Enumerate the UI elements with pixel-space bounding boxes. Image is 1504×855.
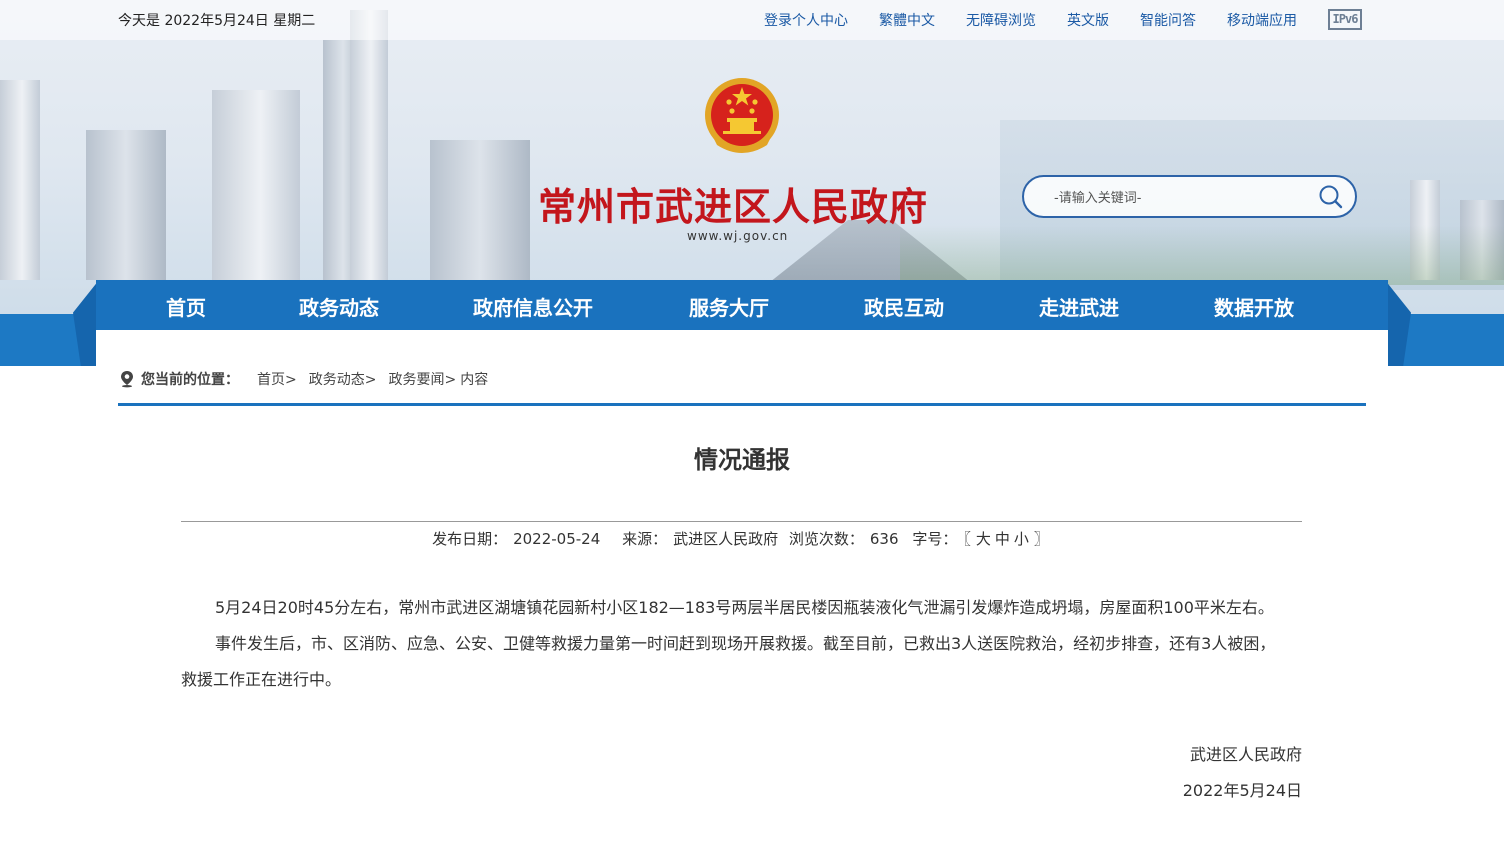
article-paragraph: 事件发生后，市、区消防、应急、公安、卫健等救援力量第一时间赶到现场开展救援。截至… (181, 634, 1276, 689)
font-size-label: 字号： (912, 530, 958, 548)
search-box (1022, 175, 1357, 218)
font-size-medium[interactable]: 中 (995, 530, 1010, 548)
banner-greenery (900, 225, 1504, 285)
search-input[interactable] (1052, 186, 1296, 210)
source-value: 武进区人民政府 (673, 530, 779, 548)
views-count: 636 (869, 530, 899, 548)
breadcrumb-key-news[interactable]: 政务要闻> (388, 369, 456, 389)
national-emblem-icon (705, 78, 779, 153)
breadcrumb-label: 您当前的位置： (141, 372, 239, 388)
breadcrumb-current: 内容 (460, 372, 489, 388)
source-label: 来源： (622, 530, 668, 548)
nav-home[interactable]: 首页 (166, 292, 206, 321)
ipv6-badge[interactable]: IPv6 (1328, 9, 1362, 30)
site-title: 常州市武进区人民政府 (538, 184, 929, 229)
link-accessibility[interactable]: 无障碍浏览 (966, 10, 1036, 30)
nav-interaction[interactable]: 政民互动 (864, 292, 944, 321)
banner-building (350, 10, 388, 280)
font-size-close-bracket: 〗 (1033, 530, 1049, 548)
link-smart-qa[interactable]: 智能问答 (1140, 10, 1196, 30)
banner-building (0, 80, 40, 280)
link-mobile-app[interactable]: 移动端应用 (1227, 10, 1297, 30)
breadcrumb-government-news[interactable]: 政务动态> (309, 369, 377, 389)
font-size-large[interactable]: 大 (976, 530, 991, 548)
article-sign-date: 2022年5月24日 (1182, 781, 1302, 800)
nav-service-hall[interactable]: 服务大厅 (689, 292, 769, 321)
article-paragraph: 5月24日20时45分左右，常州市武进区湖塘镇花园新村小区182—183号两层半… (215, 598, 1274, 617)
site-url: www.wj.gov.cn (687, 229, 789, 243)
article-signature: 武进区人民政府 (1189, 745, 1302, 764)
top-links: 登录个人中心 繁體中文 无障碍浏览 英文版 智能问答 移动端应用 (733, 10, 1297, 30)
location-pin-icon (121, 371, 133, 388)
font-size-open-bracket: 〖 (963, 530, 971, 548)
breadcrumb-home[interactable]: 首页> (257, 369, 297, 389)
nav-about-wujin[interactable]: 走进武进 (1039, 292, 1119, 321)
banner-building (86, 130, 166, 280)
banner-building (212, 90, 300, 280)
link-personal-center[interactable]: 登录个人中心 (764, 10, 848, 30)
publish-date: 2022-05-24 (513, 530, 601, 548)
nav-open-data[interactable]: 数据开放 (1214, 292, 1294, 321)
article-signature-block: 武进区人民政府 2022年5月24日 (1183, 737, 1302, 809)
views-label: 浏览次数： (788, 530, 864, 548)
breadcrumb-divider (118, 403, 1366, 406)
article-title: 情况通报 (694, 446, 790, 474)
nav-information-disclosure[interactable]: 政府信息公开 (473, 292, 593, 321)
article-meta: 发布日期： 2022-05-24 来源： 武进区人民政府 浏览次数： 636 字号： 〖… (0, 528, 1484, 549)
search-icon[interactable] (1317, 183, 1345, 211)
publish-date-label: 发布日期： (432, 530, 508, 548)
main-nav: 首页 政务动态 政府信息公开 服务大厅 政民互动 走进武进 数据开放 (96, 280, 1388, 330)
breadcrumb: 您当前的位置： 首页> 政务动态> 政务要闻> 内容 (119, 369, 488, 389)
link-traditional-chinese[interactable]: 繁體中文 (879, 10, 935, 30)
font-size-switcher: 字号： 〖大中小〗 (909, 530, 1052, 548)
article-body: 5月24日20时45分左右，常州市武进区湖塘镇花园新村小区182—183号两层半… (181, 590, 1286, 698)
banner-building (430, 140, 530, 280)
top-bar: 今天是 2022年5月24日 星期二 登录个人中心 繁體中文 无障碍浏览 英文版… (0, 0, 1504, 40)
article-title-divider (181, 521, 1302, 522)
link-english[interactable]: 英文版 (1067, 10, 1109, 30)
current-date: 今天是 2022年5月24日 星期二 (118, 13, 316, 29)
font-size-small[interactable]: 小 (1014, 530, 1029, 548)
nav-government-news[interactable]: 政务动态 (299, 292, 379, 321)
